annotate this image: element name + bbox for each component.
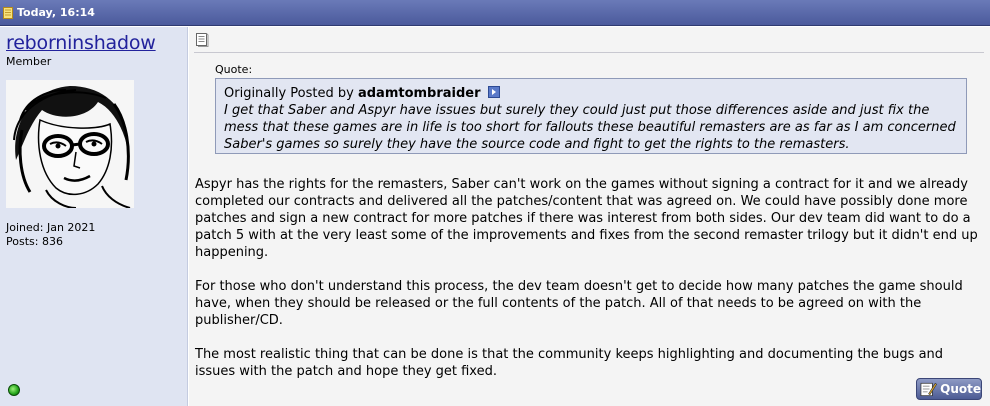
quote-block: Originally Posted by adamtombraider I ge… — [215, 78, 967, 154]
post-count: Posts: 836 — [6, 235, 63, 248]
post-date: Today, 16:14 — [17, 6, 95, 19]
user-title: Member — [6, 55, 52, 68]
post-header: Today, 16:14 — [0, 0, 990, 26]
quote-text: I get that Saber and Aspyr have issues b… — [224, 103, 956, 152]
post-body: Quote: Originally Posted by adamtombraid… — [189, 27, 990, 406]
quote-button[interactable]: Quote — [916, 378, 982, 400]
quote-button-label: Quote — [940, 382, 981, 396]
post-message: Aspyr has the rights for the remasters, … — [195, 176, 985, 397]
online-status-icon — [8, 384, 20, 396]
joined-date: Joined: Jan 2021 — [6, 221, 96, 234]
quote-author: adamtombraider — [357, 86, 481, 101]
quote-attribution: Originally Posted by adamtombraider — [224, 85, 958, 102]
avatar[interactable] — [6, 80, 134, 208]
view-post-icon[interactable] — [487, 86, 500, 98]
document-icon — [3, 6, 13, 19]
avatar-image — [6, 80, 134, 208]
quote-label: Quote: — [215, 63, 253, 76]
user-stats: Joined: Jan 2021 Posts: 836 — [6, 221, 95, 249]
post-divider — [194, 52, 984, 53]
quote-prefix: Originally Posted by — [224, 86, 358, 101]
message-paragraph: For those who don't understand this proc… — [195, 279, 963, 328]
message-paragraph: The most realistic thing that can be don… — [195, 347, 944, 379]
username-link[interactable]: reborninshadow — [6, 32, 156, 54]
message-paragraph: Aspyr has the rights for the remasters, … — [195, 177, 978, 260]
post-document-icon — [196, 33, 209, 47]
quote-pen-icon — [920, 382, 938, 397]
user-info-panel: reborninshadow Member Joined: Jan 2021 P… — [0, 27, 188, 406]
